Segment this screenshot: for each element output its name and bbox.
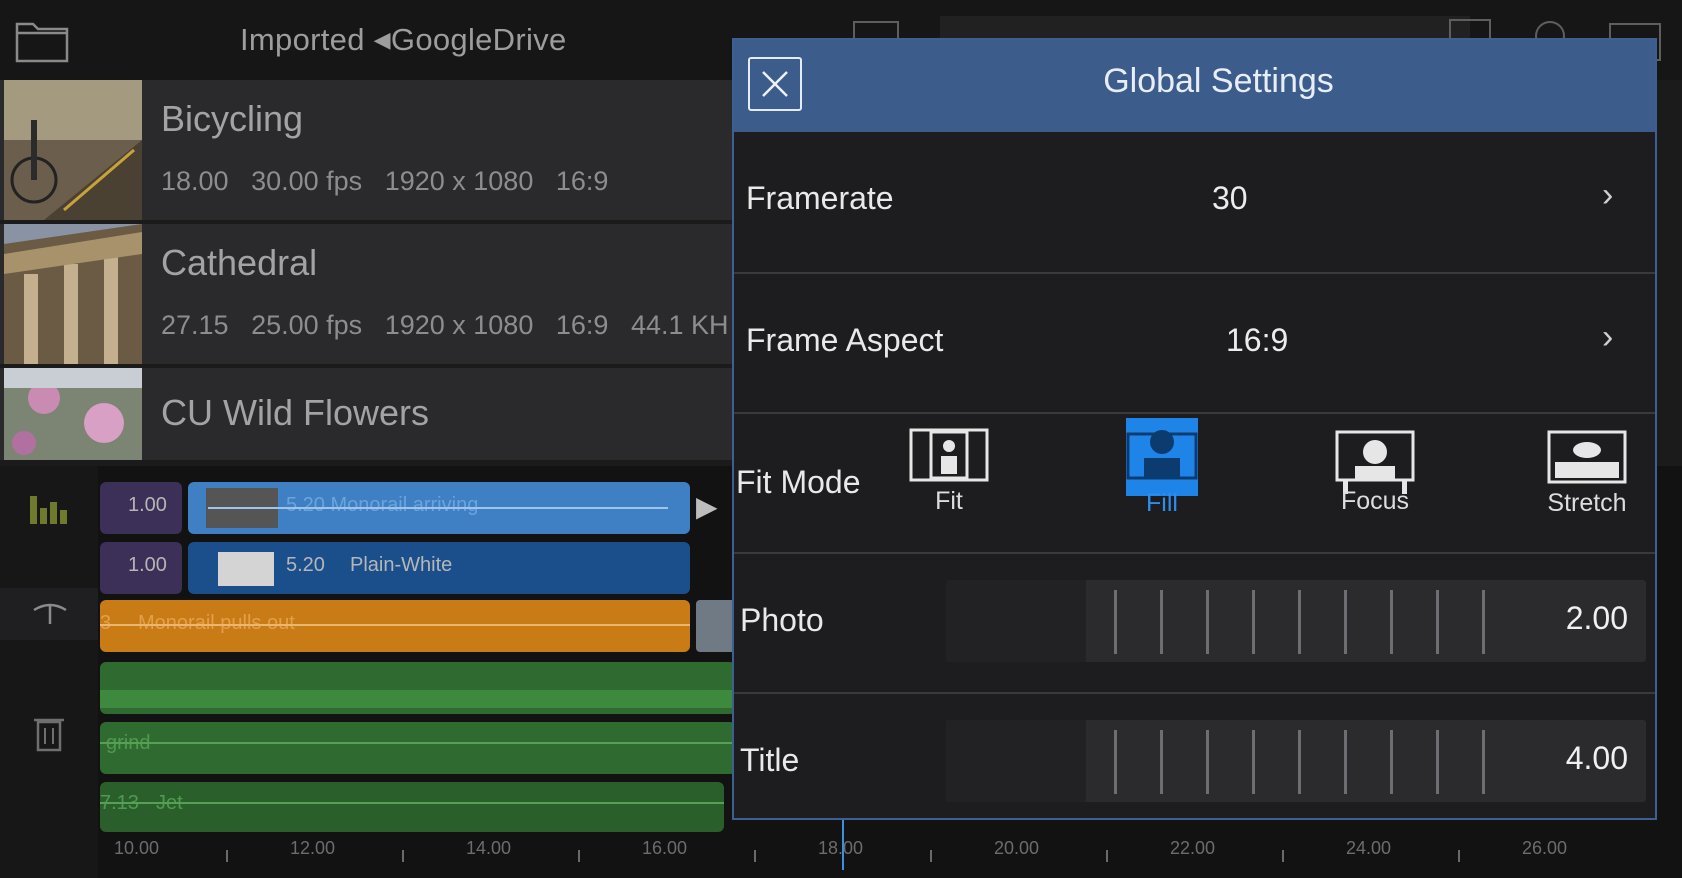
transition-clip[interactable]: 1.00	[100, 542, 182, 594]
timeline-ruler[interactable]: 10.00 12.00 14.00 16.00 18.00 20.00 22.0…	[100, 836, 1580, 870]
fit-option-fill[interactable]: Fill	[1107, 418, 1217, 518]
framerate-row[interactable]: Framerate 30 ›	[734, 132, 1655, 272]
fit-option-label: Stretch	[1547, 489, 1627, 517]
back-chevron-icon[interactable]: ◀	[374, 27, 391, 52]
frame-aspect-label: Frame Aspect	[746, 322, 944, 358]
folder-icon[interactable]	[14, 18, 70, 64]
fit-option-stretch[interactable]: Stretch	[1532, 430, 1642, 518]
framerate-value: 30	[1212, 180, 1248, 216]
fit-mode-fit-icon	[909, 428, 989, 482]
dialog-title: Global Settings	[1103, 62, 1334, 100]
media-title: CU Wild Flowers	[161, 392, 430, 433]
cathedral-thumbnail	[4, 224, 142, 364]
fit-mode-row: Fit Mode Fit Fill Focus Stretch	[734, 412, 1655, 554]
frame-aspect-value: 16:9	[1226, 322, 1289, 358]
clip-label: 5.20 Monorail arriving	[286, 494, 479, 516]
fit-mode-label: Fit Mode	[736, 464, 861, 500]
media-meta: 18.00 30.00 fps 1920 x 1080 16:9	[161, 166, 609, 196]
media-item-bicycling[interactable]: Bicycling 18.00 30.00 fps 1920 x 1080 16…	[0, 80, 735, 220]
audio-clip-monorail-pulls-out[interactable]: 3 Monorail pulls out	[100, 600, 690, 652]
photo-duration-row: Photo 2.00	[734, 552, 1655, 694]
fit-option-focus[interactable]: Focus	[1320, 430, 1430, 516]
title-duration-value: 4.00	[1565, 740, 1628, 776]
chevron-right-icon: ›	[1602, 176, 1614, 214]
chevron-right-icon: ›	[1602, 318, 1614, 356]
video-clip-monorail-arriving[interactable]: 5.20 Monorail arriving	[188, 482, 690, 534]
audio-levels-icon[interactable]	[30, 494, 68, 524]
media-meta: 27.15 25.00 fps 1920 x 1080 16:9 44.1 KH	[161, 310, 729, 340]
audio-clip-grind[interactable]: grind	[100, 722, 736, 774]
fit-option-fit[interactable]: Fit	[894, 428, 1004, 516]
fit-mode-fill-icon	[1126, 418, 1198, 496]
media-title: Bicycling	[161, 98, 304, 139]
clip-thumbnail-partial	[696, 600, 736, 652]
video-clip-plain-white[interactable]: 5.20 Plain-White	[188, 542, 690, 594]
transition-clip[interactable]: 1.00	[100, 482, 182, 534]
audio-clip[interactable]	[100, 662, 736, 714]
media-title: Cathedral	[161, 242, 318, 283]
breadcrumb-folder: Imported	[240, 22, 365, 57]
photo-duration-value: 2.00	[1565, 600, 1628, 636]
fit-option-label: Fit	[935, 487, 963, 515]
framerate-label: Framerate	[746, 180, 894, 216]
photo-duration-slider[interactable]: 2.00	[946, 580, 1646, 662]
fit-mode-stretch-icon	[1547, 430, 1627, 484]
photo-label: Photo	[740, 602, 824, 638]
global-settings-dialog: Global Settings Framerate 30 › Frame Asp…	[732, 38, 1657, 820]
breadcrumb-location: GoogleDrive	[390, 22, 567, 57]
title-label: Title	[740, 742, 800, 778]
breadcrumb[interactable]: Imported ◀GoogleDrive	[240, 22, 567, 58]
play-marker-icon[interactable]: ▶	[696, 490, 718, 523]
bicycling-thumbnail	[4, 80, 142, 220]
title-duration-slider[interactable]: 4.00	[946, 720, 1646, 802]
audio-clip-jet[interactable]: 7.13 Jet	[100, 782, 724, 832]
trash-icon[interactable]	[34, 714, 64, 752]
wild-flowers-thumbnail	[4, 368, 142, 460]
clip-thumbnail	[218, 552, 274, 586]
media-item-wild-flowers[interactable]: CU Wild Flowers	[0, 368, 735, 460]
title-duration-row: Title 4.00	[734, 692, 1655, 824]
frame-aspect-row[interactable]: Frame Aspect 16:9 ›	[734, 272, 1655, 414]
timeline-sidebar	[0, 466, 98, 878]
split-icon[interactable]	[30, 600, 70, 626]
media-item-cathedral[interactable]: Cathedral 27.15 25.00 fps 1920 x 1080 16…	[0, 224, 735, 364]
dialog-header: Global Settings	[734, 40, 1655, 132]
